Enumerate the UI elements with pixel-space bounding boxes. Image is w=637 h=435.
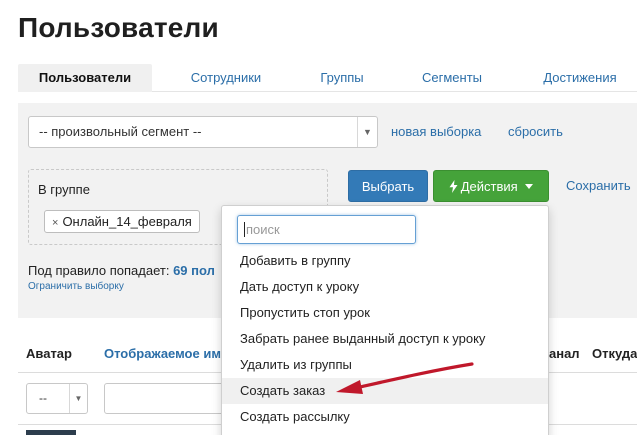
menu-item-create-mailing[interactable]: Создать рассылку bbox=[222, 404, 548, 430]
column-header-channel[interactable]: анал bbox=[549, 346, 580, 361]
rule-match-count[interactable]: 69 пол bbox=[173, 263, 215, 278]
remove-tag-icon[interactable]: × bbox=[52, 217, 58, 229]
dropdown-search-placeholder: поиск bbox=[246, 222, 280, 237]
reset-link[interactable]: сбросить bbox=[508, 124, 563, 139]
group-condition-label: В группе bbox=[38, 182, 90, 197]
tab-segments[interactable]: Сегменты bbox=[402, 64, 502, 92]
segment-select[interactable]: -- произвольный сегмент -- ▼ bbox=[28, 116, 378, 148]
tab-groups[interactable]: Группы bbox=[294, 64, 390, 92]
dropdown-arrow-icon: ▼ bbox=[357, 117, 377, 147]
limit-selection-link[interactable]: Ограничить выборку bbox=[28, 281, 124, 292]
menu-item-add-to-group[interactable]: Добавить в группу bbox=[222, 248, 548, 274]
tab-users[interactable]: Пользователи bbox=[18, 64, 152, 92]
choose-button[interactable]: Выбрать bbox=[348, 170, 428, 202]
actions-button-label: Действия bbox=[460, 179, 518, 194]
avatar-filter-value: -- bbox=[39, 391, 47, 405]
rule-match-text: Под правило попадает: 69 пол bbox=[28, 263, 215, 278]
menu-item-grant-lesson-access[interactable]: Дать доступ к уроку bbox=[222, 274, 548, 300]
dropdown-arrow-icon: ▼ bbox=[69, 384, 87, 413]
avatar bbox=[26, 430, 76, 435]
menu-item-skip-stop-lesson[interactable]: Пропустить стоп урок bbox=[222, 300, 548, 326]
bolt-icon bbox=[449, 180, 458, 193]
text-caret bbox=[244, 222, 245, 237]
group-tag: × Онлайн_14_февраля bbox=[44, 210, 200, 233]
actions-button[interactable]: Действия bbox=[433, 170, 549, 202]
new-selection-link[interactable]: новая выборка bbox=[391, 124, 481, 139]
column-header-display-name[interactable]: Отображаемое им bbox=[104, 346, 221, 361]
dropdown-search-input[interactable]: поиск bbox=[237, 215, 416, 244]
caret-down-icon bbox=[525, 184, 534, 189]
group-tag-label: Онлайн_14_февраля bbox=[62, 214, 192, 229]
menu-item-revoke-lesson-access[interactable]: Забрать ранее выданный доступ к уроку bbox=[222, 326, 548, 352]
tab-achievements[interactable]: Достижения bbox=[528, 64, 632, 92]
annotation-arrow-icon bbox=[336, 362, 474, 394]
page-title: Пользователи bbox=[18, 12, 219, 43]
segment-select-value: -- произвольный сегмент -- bbox=[39, 124, 202, 139]
avatar-filter-select[interactable]: -- ▼ bbox=[26, 383, 88, 414]
tab-bar: Пользователи Сотрудники Группы Сегменты … bbox=[18, 64, 637, 92]
actions-dropdown-menu: поиск Добавить в группу Дать доступ к ур… bbox=[221, 205, 549, 435]
rule-match-label: Под правило попадает: bbox=[28, 263, 170, 278]
column-header-avatar: Аватар bbox=[26, 346, 72, 361]
column-header-source[interactable]: Откуда bbox=[592, 346, 637, 361]
tab-employees[interactable]: Сотрудники bbox=[168, 64, 284, 92]
save-link[interactable]: Сохранить bbox=[566, 178, 631, 193]
